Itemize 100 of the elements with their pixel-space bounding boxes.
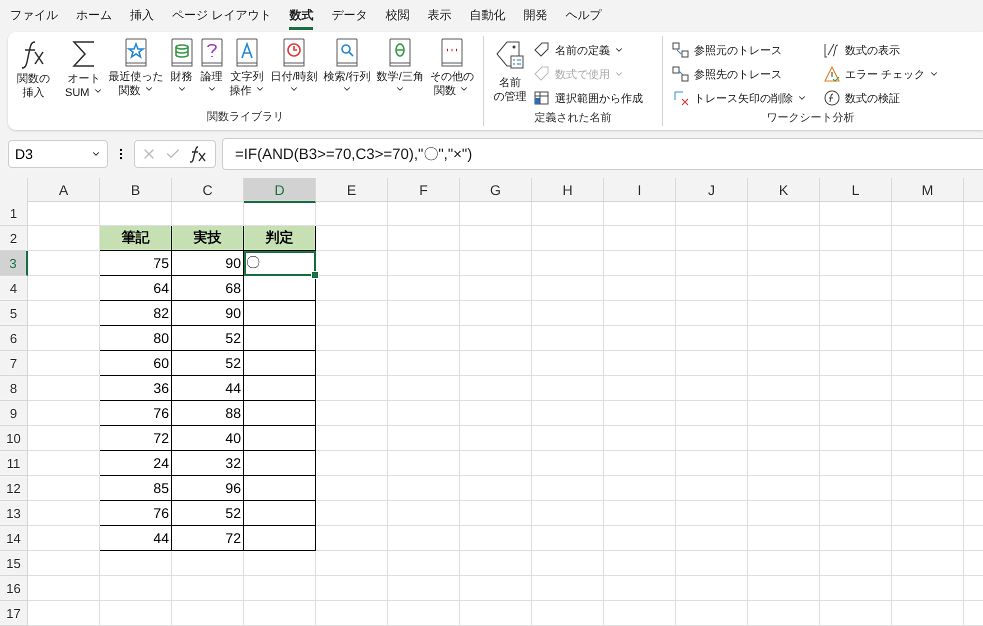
table-cell: 60 <box>100 351 172 376</box>
row-header[interactable]: 8 <box>0 376 28 401</box>
tag-icon <box>532 41 551 59</box>
row-header[interactable]: 14 <box>0 526 28 551</box>
column-header[interactable]: F <box>388 178 460 202</box>
result-cell[interactable] <box>244 351 316 376</box>
column-header[interactable]: K <box>748 178 820 202</box>
row-header[interactable]: 13 <box>0 501 28 526</box>
table-cell: 36 <box>100 376 172 401</box>
column-header[interactable]: M <box>892 178 964 202</box>
remove-arrows-icon <box>672 89 690 107</box>
column-header[interactable]: C <box>172 178 244 202</box>
column-header[interactable]: B <box>100 178 172 202</box>
row-header[interactable]: 6 <box>0 326 28 351</box>
row-header[interactable]: 1 <box>0 201 28 226</box>
ribbon-button[interactable]: 文字列操作 <box>226 38 268 98</box>
menu-tab[interactable]: ヘルプ <box>565 2 602 30</box>
row-header[interactable]: 12 <box>0 476 28 501</box>
menu-tab[interactable]: ページ レイアウト <box>172 2 272 30</box>
table-cell: 44 <box>172 376 244 401</box>
group-label: 定義された名前 <box>533 110 612 125</box>
result-cell[interactable] <box>244 326 316 351</box>
ribbon-button[interactable]: 数式の検証 <box>820 86 942 110</box>
ribbon-button[interactable]: 参照先のトレース <box>668 62 810 86</box>
book-icon <box>335 38 360 68</box>
ribbon-button[interactable]: 参照元のトレース <box>668 38 810 62</box>
ribbon-button[interactable]: 関数の挿入 <box>14 38 53 100</box>
result-cell[interactable] <box>244 501 316 526</box>
ribbon-button[interactable]: 論理 <box>196 38 227 98</box>
ribbon-button[interactable]: 検索/行列 <box>320 38 374 98</box>
table-cell: 68 <box>172 276 244 301</box>
result-cell[interactable] <box>244 526 316 551</box>
ribbon-button[interactable]: 日付/時刻 <box>268 38 321 98</box>
menu-tab[interactable]: データ <box>331 2 368 30</box>
result-cell[interactable]: 〇 <box>244 251 316 276</box>
ribbon-button[interactable]: 数学/三角 <box>374 38 427 98</box>
ribbon-button[interactable]: その他の関数 <box>426 38 477 98</box>
table-cell: 76 <box>100 401 172 426</box>
name-box[interactable]: D3 <box>8 140 108 168</box>
column-header[interactable]: E <box>316 178 388 202</box>
ribbon-button[interactable]: 名前の定義 <box>530 38 646 62</box>
row-header[interactable]: 9 <box>0 401 28 426</box>
book-icon <box>235 38 260 68</box>
ribbon-button[interactable]: 最近使った関数 <box>106 38 167 98</box>
column-header[interactable]: H <box>532 178 604 202</box>
column-header[interactable]: D <box>244 178 316 203</box>
ribbon-button[interactable]: トレース矢印の削除 <box>668 86 810 110</box>
group-label: ワークシート分析 <box>765 111 856 125</box>
result-cell[interactable] <box>244 476 316 501</box>
row-header[interactable]: 10 <box>0 426 28 451</box>
result-cell[interactable] <box>244 401 316 426</box>
tag-icon <box>532 65 551 83</box>
book-icon <box>282 38 306 68</box>
menu-tab[interactable]: ホーム <box>76 2 112 30</box>
ribbon-button[interactable]: 選択範囲から作成 <box>530 86 646 110</box>
column-header[interactable]: J <box>676 178 748 202</box>
row-header[interactable]: 3 <box>0 251 28 276</box>
column-header[interactable]: L <box>820 178 892 202</box>
table-icon <box>532 89 551 107</box>
column-header[interactable]: A <box>28 178 100 202</box>
menu-tab[interactable]: ファイル <box>10 2 58 30</box>
row-header[interactable]: 7 <box>0 351 28 376</box>
column-header[interactable]: G <box>460 178 532 202</box>
row-header[interactable]: 11 <box>0 451 28 476</box>
result-cell[interactable] <box>244 301 316 326</box>
row-header[interactable]: 4 <box>0 276 28 301</box>
row-header[interactable]: 2 <box>0 226 28 251</box>
row-header[interactable]: 15 <box>0 551 28 576</box>
menu-tab[interactable]: 自動化 <box>469 2 506 30</box>
ribbon-button[interactable]: エラー チェック <box>820 62 942 86</box>
table-cell: 96 <box>172 476 244 501</box>
menu-tab[interactable]: 開発 <box>523 2 548 30</box>
menu-tab[interactable]: 表示 <box>427 2 452 30</box>
group-label: 関数ライブラリ <box>206 110 285 124</box>
column-header[interactable]: I <box>604 178 676 202</box>
result-cell[interactable] <box>244 426 316 451</box>
ribbon-button[interactable]: 財務 <box>166 38 197 98</box>
trace-arrow-icon <box>672 65 690 83</box>
menu-tab[interactable]: 挿入 <box>130 2 154 30</box>
result-cell[interactable] <box>244 276 316 301</box>
table-cell: 64 <box>100 276 172 301</box>
table-cell: 80 <box>100 326 172 351</box>
menu-tab[interactable]: 校閲 <box>385 2 410 30</box>
ribbon-button[interactable]: 数式の表示 <box>820 38 942 62</box>
table-cell: 52 <box>172 501 244 526</box>
table-cell: 90 <box>172 301 244 326</box>
formula-field[interactable]: =IF(AND(B3>=70,C3>=70),"〇","×") <box>222 138 983 170</box>
trace-arrow-icon <box>672 41 690 59</box>
table-cell: 44 <box>100 526 172 551</box>
column-heading: 筆記 <box>100 226 172 251</box>
warning-icon <box>822 65 841 83</box>
fill-handle[interactable] <box>311 271 319 279</box>
result-cell[interactable] <box>244 376 316 401</box>
row-header[interactable]: 5 <box>0 301 28 326</box>
row-header[interactable]: 17 <box>0 601 28 626</box>
ribbon-button[interactable]: オートSUM <box>62 38 106 100</box>
result-cell[interactable] <box>244 451 316 476</box>
ribbon-button[interactable]: 名前の管理 <box>490 38 530 104</box>
table-cell: 40 <box>172 426 244 451</box>
row-header[interactable]: 16 <box>0 576 28 601</box>
